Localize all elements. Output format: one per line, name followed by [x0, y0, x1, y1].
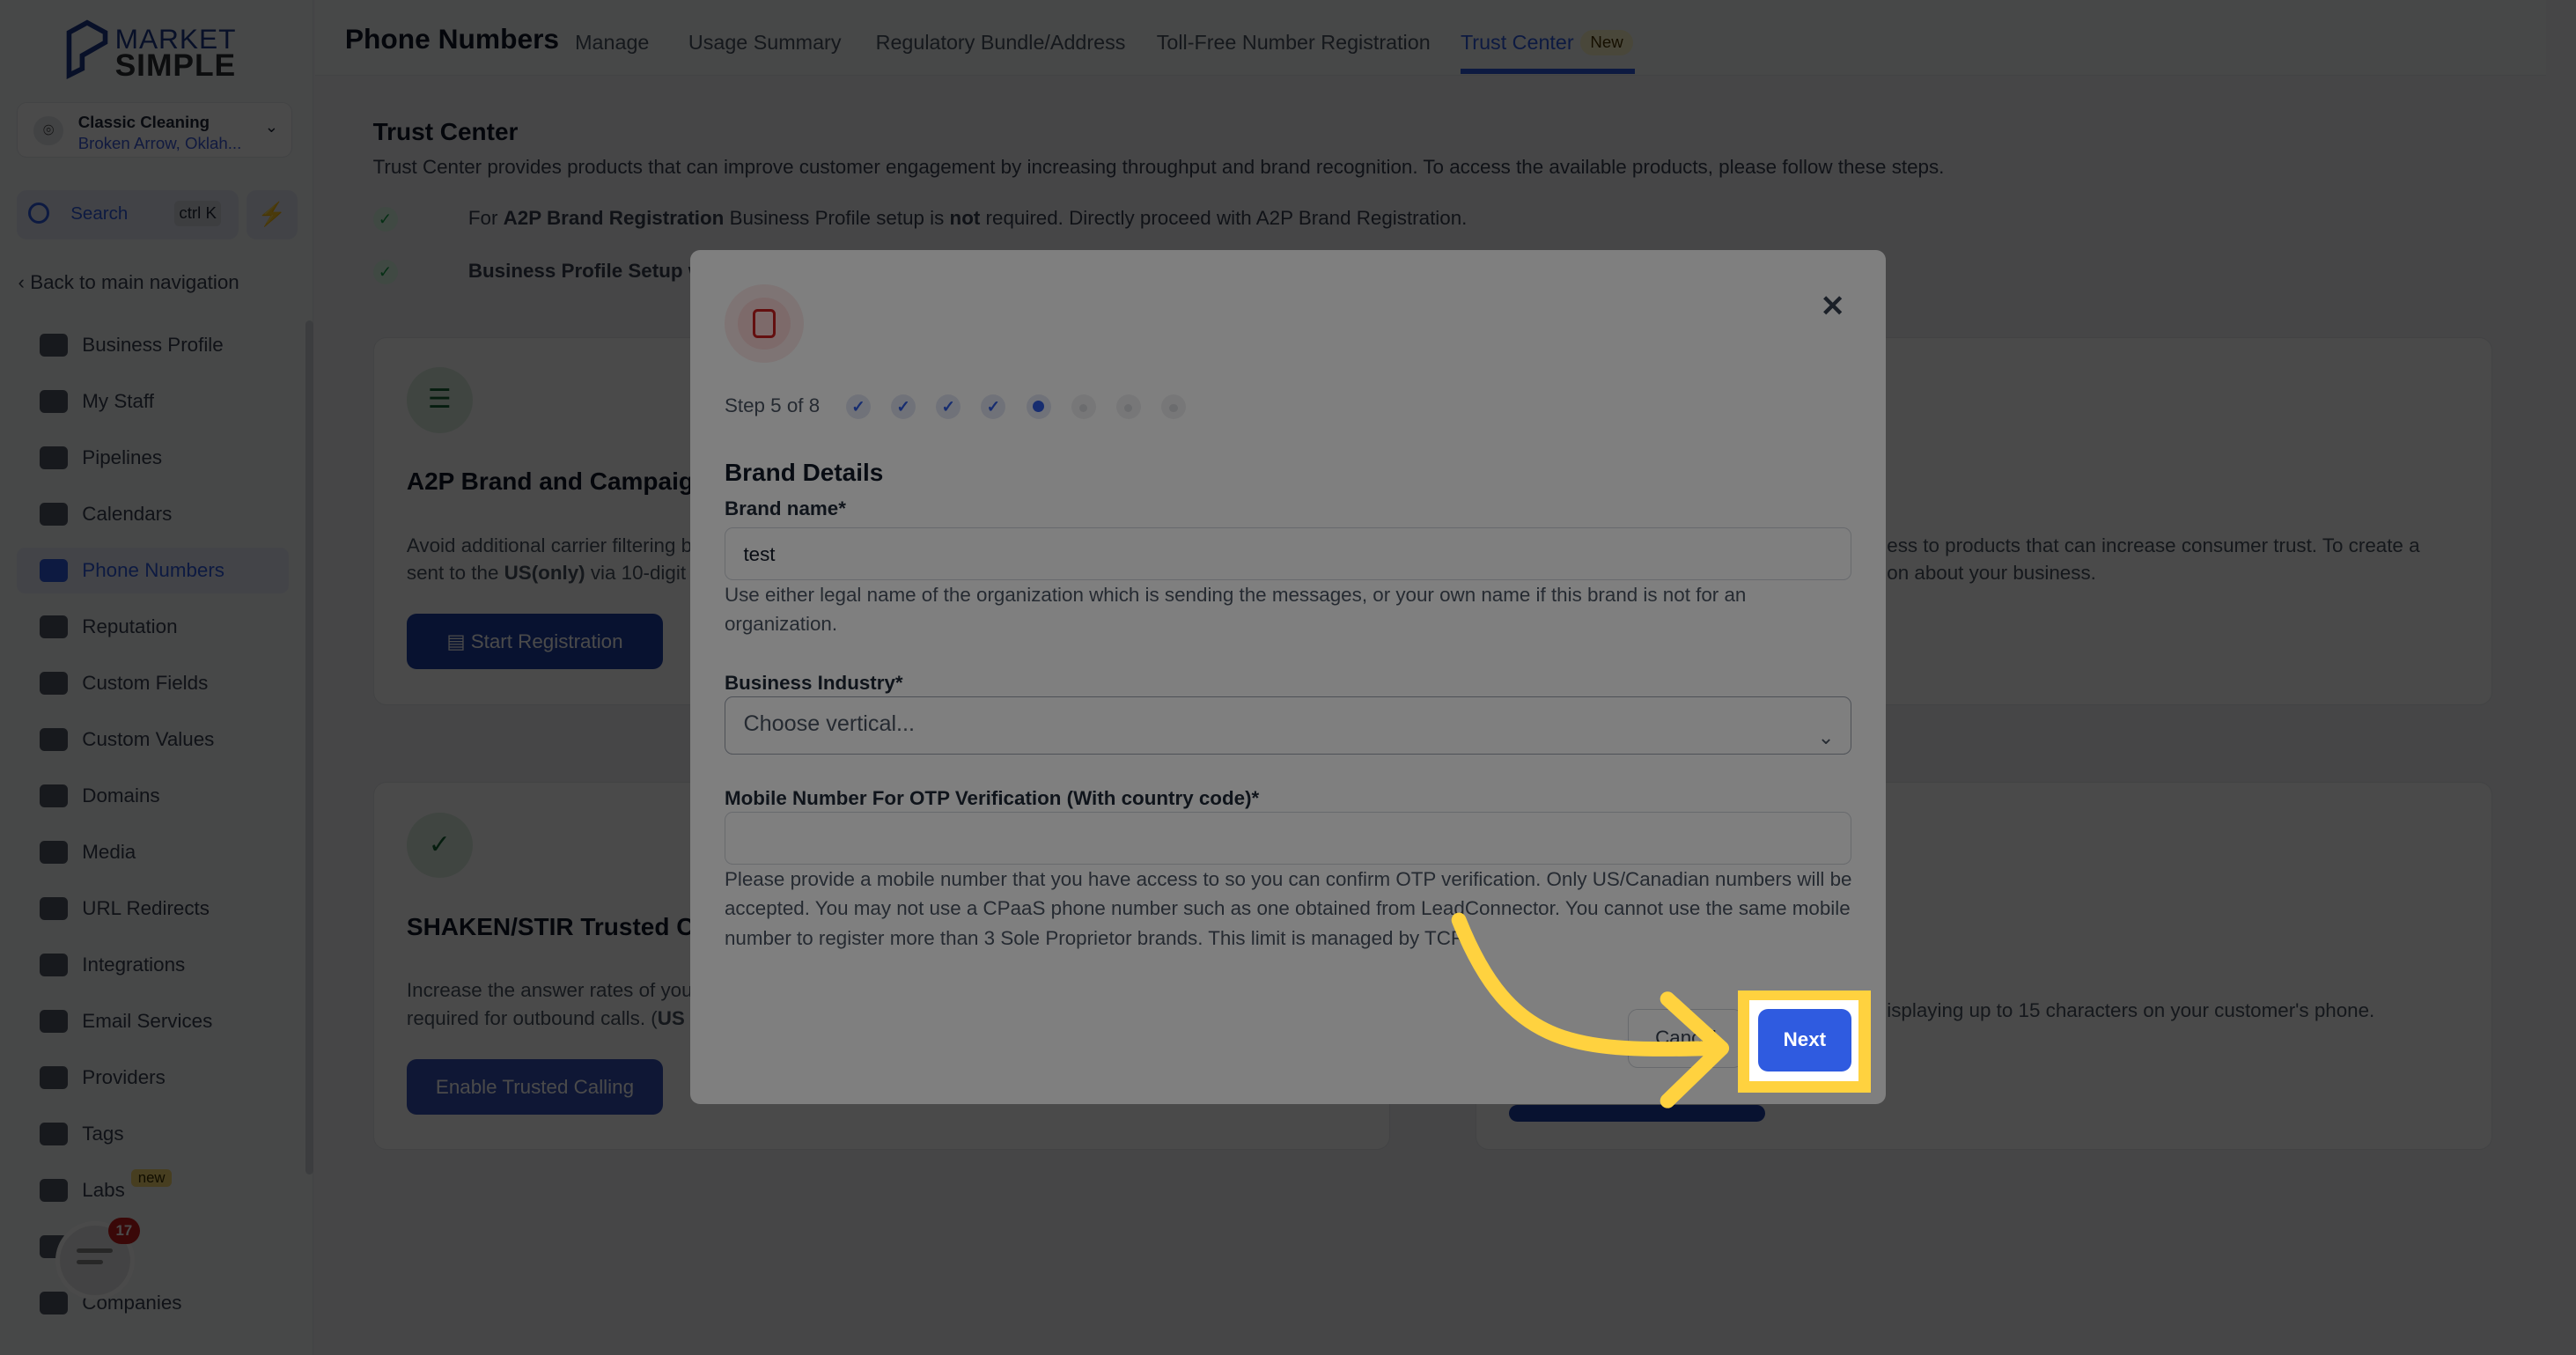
- pointer-arrow-icon: [1451, 912, 1730, 1108]
- app-root: MARKET SIMPLE ⌾ Classic Cleaning Broken …: [0, 0, 2576, 1355]
